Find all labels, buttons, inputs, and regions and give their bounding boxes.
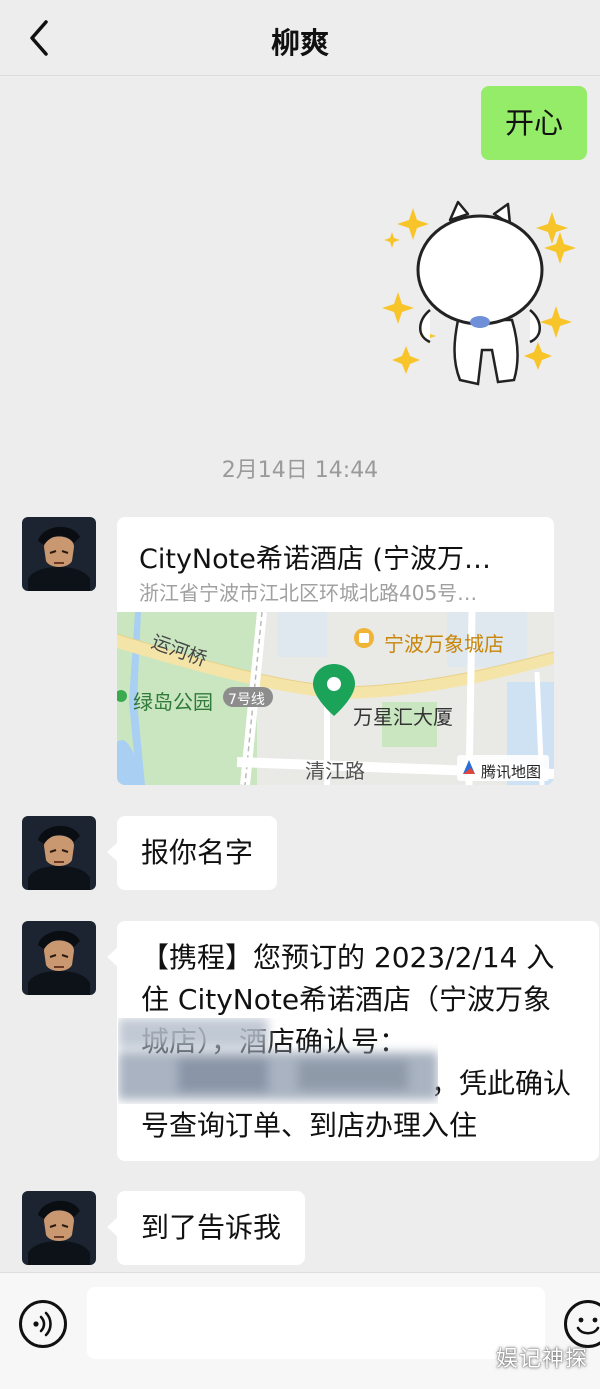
avatar-image [22, 517, 96, 591]
chat-title: 柳爽 [270, 26, 329, 60]
map-label-road: 清江路 [305, 759, 365, 783]
message-timestamp: 2月14日 14:44 [221, 458, 379, 483]
avatar-image [22, 921, 96, 995]
chat-header: 柳爽 [0, 0, 600, 76]
watermark-text: 娱记神探 [495, 1347, 588, 1372]
chat-input-bar: 娱记神探 [0, 1272, 600, 1389]
location-address: 浙江省宁波市江北区环城北路405号… [139, 581, 478, 605]
received-message-bubble[interactable]: 到了告诉我 [106, 1191, 306, 1265]
map-label-park: 绿岛公园 [133, 690, 213, 714]
location-card[interactable]: CityNote希诺酒店 (宁波万… 浙江省宁波市江北区环城北路405号… 运河… [117, 517, 554, 785]
sent-message-bubble[interactable]: 开心 [480, 86, 587, 160]
redacted-blur-overlay [118, 1018, 438, 1100]
contact-avatar[interactable] [22, 816, 96, 890]
map-provider-logo: 腾讯地图 [481, 763, 542, 781]
contact-avatar[interactable] [22, 517, 96, 591]
received-message-bubble[interactable]: 报你名字 [106, 816, 278, 890]
voice-icon[interactable] [19, 1300, 67, 1348]
map-label-mall: 宁波万象城店 [384, 632, 504, 656]
booking-line: 号查询订单、到店办理入住 [141, 1109, 478, 1142]
map-label-building: 万星汇大厦 [353, 705, 453, 729]
booking-line: 【携程】您预订的 2023/2/14 入 [141, 941, 555, 974]
avatar-image [22, 816, 96, 890]
avatar-image [22, 1191, 96, 1265]
contact-avatar[interactable] [22, 1191, 96, 1265]
contact-avatar[interactable] [22, 921, 96, 995]
message-input[interactable] [87, 1287, 545, 1359]
location-title: CityNote希诺酒店 (宁波万… [139, 544, 491, 575]
map-label-metro: 7号线 [228, 692, 265, 708]
cat-sticker[interactable] [380, 200, 580, 396]
booking-line: 住 CityNote希诺酒店（宁波万象 [141, 983, 552, 1016]
